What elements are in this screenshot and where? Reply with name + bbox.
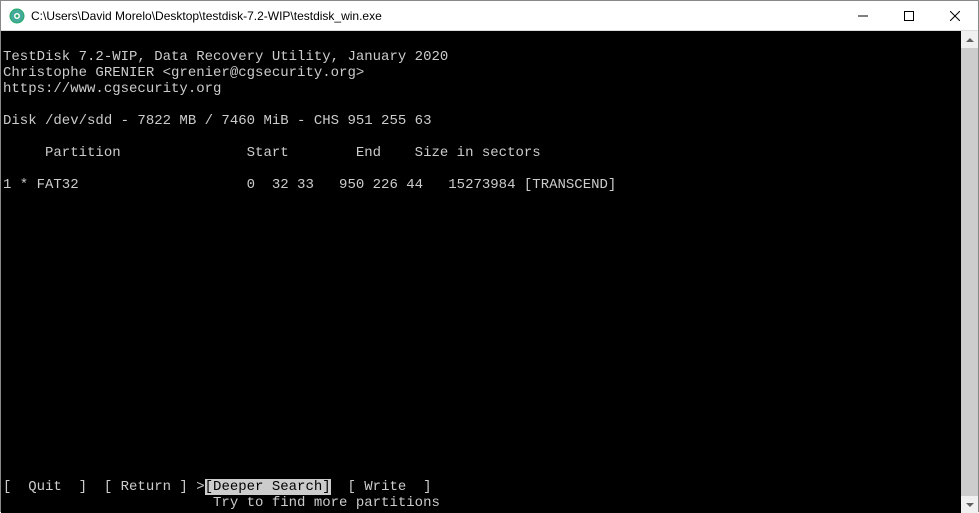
menu-cursor: > [196, 479, 204, 495]
scroll-down-arrow[interactable] [961, 496, 978, 513]
menu-deeper-search[interactable]: [Deeper Search] [205, 479, 331, 495]
menu-write[interactable]: [ Write ] [331, 479, 432, 495]
menu-row: [ Quit ] [ Return ] >[Deeper Search] [ W… [3, 479, 432, 495]
app-icon [9, 8, 25, 24]
app-header-line2: Christophe GRENIER <grenier@cgsecurity.o… [3, 65, 364, 81]
scroll-track[interactable] [961, 48, 978, 496]
app-header-line3: https://www.cgsecurity.org [3, 81, 221, 97]
terminal-output: TestDisk 7.2-WIP, Data Recovery Utility,… [1, 31, 961, 513]
window-controls [840, 1, 978, 30]
window-titlebar: C:\Users\David Morelo\Desktop\testdisk-7… [1, 1, 978, 31]
window-title: C:\Users\David Morelo\Desktop\testdisk-7… [31, 9, 840, 23]
column-headers: Partition Start End Size in sectors [3, 145, 541, 161]
minimize-button[interactable] [840, 1, 886, 30]
disk-info: Disk /dev/sdd - 7822 MB / 7460 MiB - CHS… [3, 113, 431, 129]
partition-row: 1 * FAT32 0 32 33 950 226 44 15273984 [T… [3, 177, 616, 193]
menu-hint: Try to find more partitions [3, 495, 959, 511]
maximize-button[interactable] [886, 1, 932, 30]
scroll-up-arrow[interactable] [961, 31, 978, 48]
vertical-scrollbar[interactable] [961, 31, 978, 513]
close-button[interactable] [932, 1, 978, 30]
menu-quit[interactable]: [ Quit ] [ Return ] [3, 479, 196, 495]
app-header-line1: TestDisk 7.2-WIP, Data Recovery Utility,… [3, 49, 448, 65]
scroll-thumb[interactable] [961, 48, 978, 496]
